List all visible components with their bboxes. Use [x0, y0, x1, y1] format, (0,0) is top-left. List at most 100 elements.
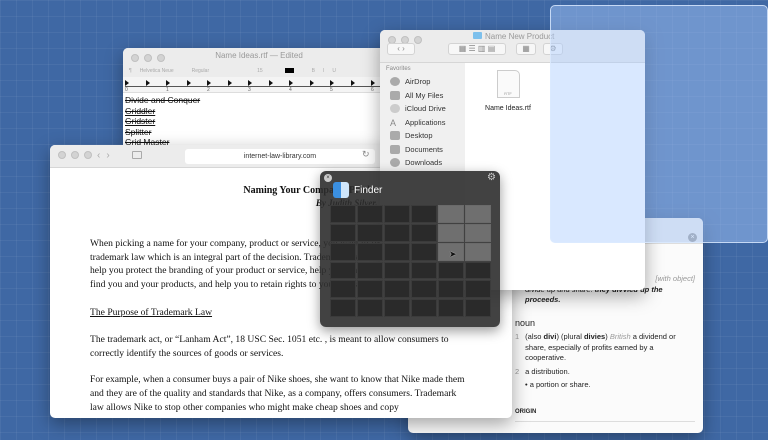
grid-cell[interactable]: [438, 299, 464, 317]
grid-cell[interactable]: [411, 261, 437, 280]
sidebar-item-applications[interactable]: A Applications: [380, 116, 465, 130]
back-forward-buttons[interactable]: ‹›: [97, 150, 116, 161]
close-button[interactable]: [58, 151, 66, 159]
grid-cell[interactable]: [384, 261, 410, 280]
grid-cell[interactable]: [384, 299, 410, 317]
arrange-button[interactable]: ▦: [516, 43, 536, 55]
file-name: Name Ideas.rtf: [485, 105, 531, 112]
document-text[interactable]: Divide and Conquer Griddler Gridster Spl…: [123, 93, 395, 150]
grid-cell[interactable]: [411, 242, 437, 261]
zoom-button[interactable]: [84, 151, 92, 159]
grid-cell[interactable]: [384, 280, 410, 299]
sub-sense: • a portion or share.: [525, 380, 591, 389]
tab-stop-icon[interactable]: [350, 80, 355, 86]
layout-grid[interactable]: [330, 205, 491, 317]
sidebar-item-icloud-drive[interactable]: iCloud Drive: [380, 102, 465, 116]
minimize-button[interactable]: [71, 151, 79, 159]
grid-cell[interactable]: [384, 242, 410, 261]
grid-cell[interactable]: [357, 223, 383, 242]
grid-cell[interactable]: [357, 242, 383, 261]
paragraph-style-menu[interactable]: ¶: [129, 68, 132, 74]
window-controls[interactable]: [58, 151, 92, 159]
tab-stop-icon[interactable]: [166, 80, 170, 86]
text-color-swatch[interactable]: [284, 68, 294, 73]
grid-cell-selected[interactable]: [438, 205, 464, 223]
minimize-button[interactable]: [144, 54, 152, 62]
grid-cell-selected[interactable]: [465, 223, 491, 242]
close-button[interactable]: [131, 54, 139, 62]
file-item[interactable]: RTF Name Ideas.rtf: [478, 70, 538, 112]
font-style-select[interactable]: Regular: [192, 68, 210, 74]
grid-cell-selected[interactable]: [465, 205, 491, 223]
grid-cell[interactable]: [330, 205, 356, 223]
tab-stop-icon[interactable]: [145, 80, 150, 86]
close-icon[interactable]: ×: [324, 174, 332, 182]
grid-cell[interactable]: [357, 299, 383, 317]
tab-stop-icon[interactable]: [371, 80, 375, 86]
sidebar-item-documents[interactable]: Documents: [380, 143, 465, 157]
grid-cell[interactable]: [330, 299, 356, 317]
zoom-button[interactable]: [414, 36, 422, 44]
grid-cell[interactable]: [384, 223, 410, 242]
sidebar-item-airdrop[interactable]: AirDrop: [380, 75, 465, 89]
rtf-document-icon: RTF: [496, 70, 520, 98]
tab-stop-icon[interactable]: [309, 80, 314, 86]
back-forward-buttons[interactable]: ‹ ›: [387, 43, 415, 55]
grid-cell[interactable]: [330, 242, 356, 261]
window-title: Name New Product: [473, 32, 554, 41]
grid-cell[interactable]: [357, 205, 383, 223]
font-family-select[interactable]: Helvetica Neue: [140, 68, 174, 74]
tab-stop-icon[interactable]: [227, 80, 232, 86]
sidebar-item-downloads[interactable]: Downloads: [380, 156, 465, 170]
sidebar-icon[interactable]: [132, 151, 142, 159]
address-bar[interactable]: internet-law-library.com: [185, 149, 375, 164]
tab-stop-icon[interactable]: [330, 80, 334, 86]
grid-cell[interactable]: [411, 280, 437, 299]
view-mode-buttons[interactable]: ▦ ☰ ▥ ▤: [448, 43, 506, 55]
grid-cell[interactable]: [438, 261, 464, 280]
ruler[interactable]: 0 1 2 3 4 5 6: [123, 77, 395, 93]
grid-cell[interactable]: [411, 205, 437, 223]
grid-cell[interactable]: [411, 299, 437, 317]
text-line: Griddler: [125, 105, 156, 116]
tab-stop-icon[interactable]: [186, 80, 191, 86]
text-line: Gridster: [125, 116, 156, 126]
grid-cell[interactable]: [465, 299, 491, 317]
gear-icon[interactable]: ⚙: [487, 172, 496, 183]
grid-cell[interactable]: [357, 280, 383, 299]
tab-stop-icon[interactable]: [207, 80, 211, 86]
bold-button[interactable]: B: [312, 68, 315, 74]
grid-cell[interactable]: [465, 261, 491, 280]
grid-cell-selected[interactable]: [438, 223, 464, 242]
grid-cell[interactable]: [411, 223, 437, 242]
grid-cell[interactable]: [465, 280, 491, 299]
grid-cell[interactable]: [384, 205, 410, 223]
zoom-button[interactable]: [157, 54, 165, 62]
sidebar-header: Favorites: [386, 66, 411, 72]
sidebar-item-all-my-files[interactable]: All My Files: [380, 89, 465, 103]
grid-cell[interactable]: [330, 280, 356, 299]
window-controls[interactable]: [131, 54, 165, 62]
part-of-speech: noun: [515, 317, 536, 328]
grid-cell-selected[interactable]: [465, 242, 491, 261]
underline-button[interactable]: U: [332, 68, 336, 74]
font-size-select[interactable]: 15: [257, 68, 263, 74]
textedit-titlebar[interactable]: Name Ideas.rtf — Edited: [123, 48, 395, 64]
grid-cell[interactable]: [330, 223, 356, 242]
folder-icon: [473, 32, 482, 39]
edited-status[interactable]: — Edited: [270, 51, 303, 60]
origin-heading: ORIGIN: [515, 407, 695, 422]
sidebar-item-desktop[interactable]: Desktop: [380, 129, 465, 143]
grid-cell[interactable]: [357, 261, 383, 280]
downloads-icon: [390, 158, 400, 168]
tab-stop-icon[interactable]: [248, 80, 252, 86]
cloud-icon: [390, 104, 400, 114]
grid-cell[interactable]: [438, 280, 464, 299]
italic-button[interactable]: I: [323, 68, 324, 74]
tab-stop-icon[interactable]: [268, 80, 273, 86]
reload-icon[interactable]: ↻: [362, 149, 370, 160]
tab-stop-icon[interactable]: [289, 80, 293, 86]
tab-stop-icon[interactable]: [125, 80, 129, 86]
desktop-icon: [390, 131, 400, 141]
grid-cell[interactable]: [330, 261, 356, 280]
